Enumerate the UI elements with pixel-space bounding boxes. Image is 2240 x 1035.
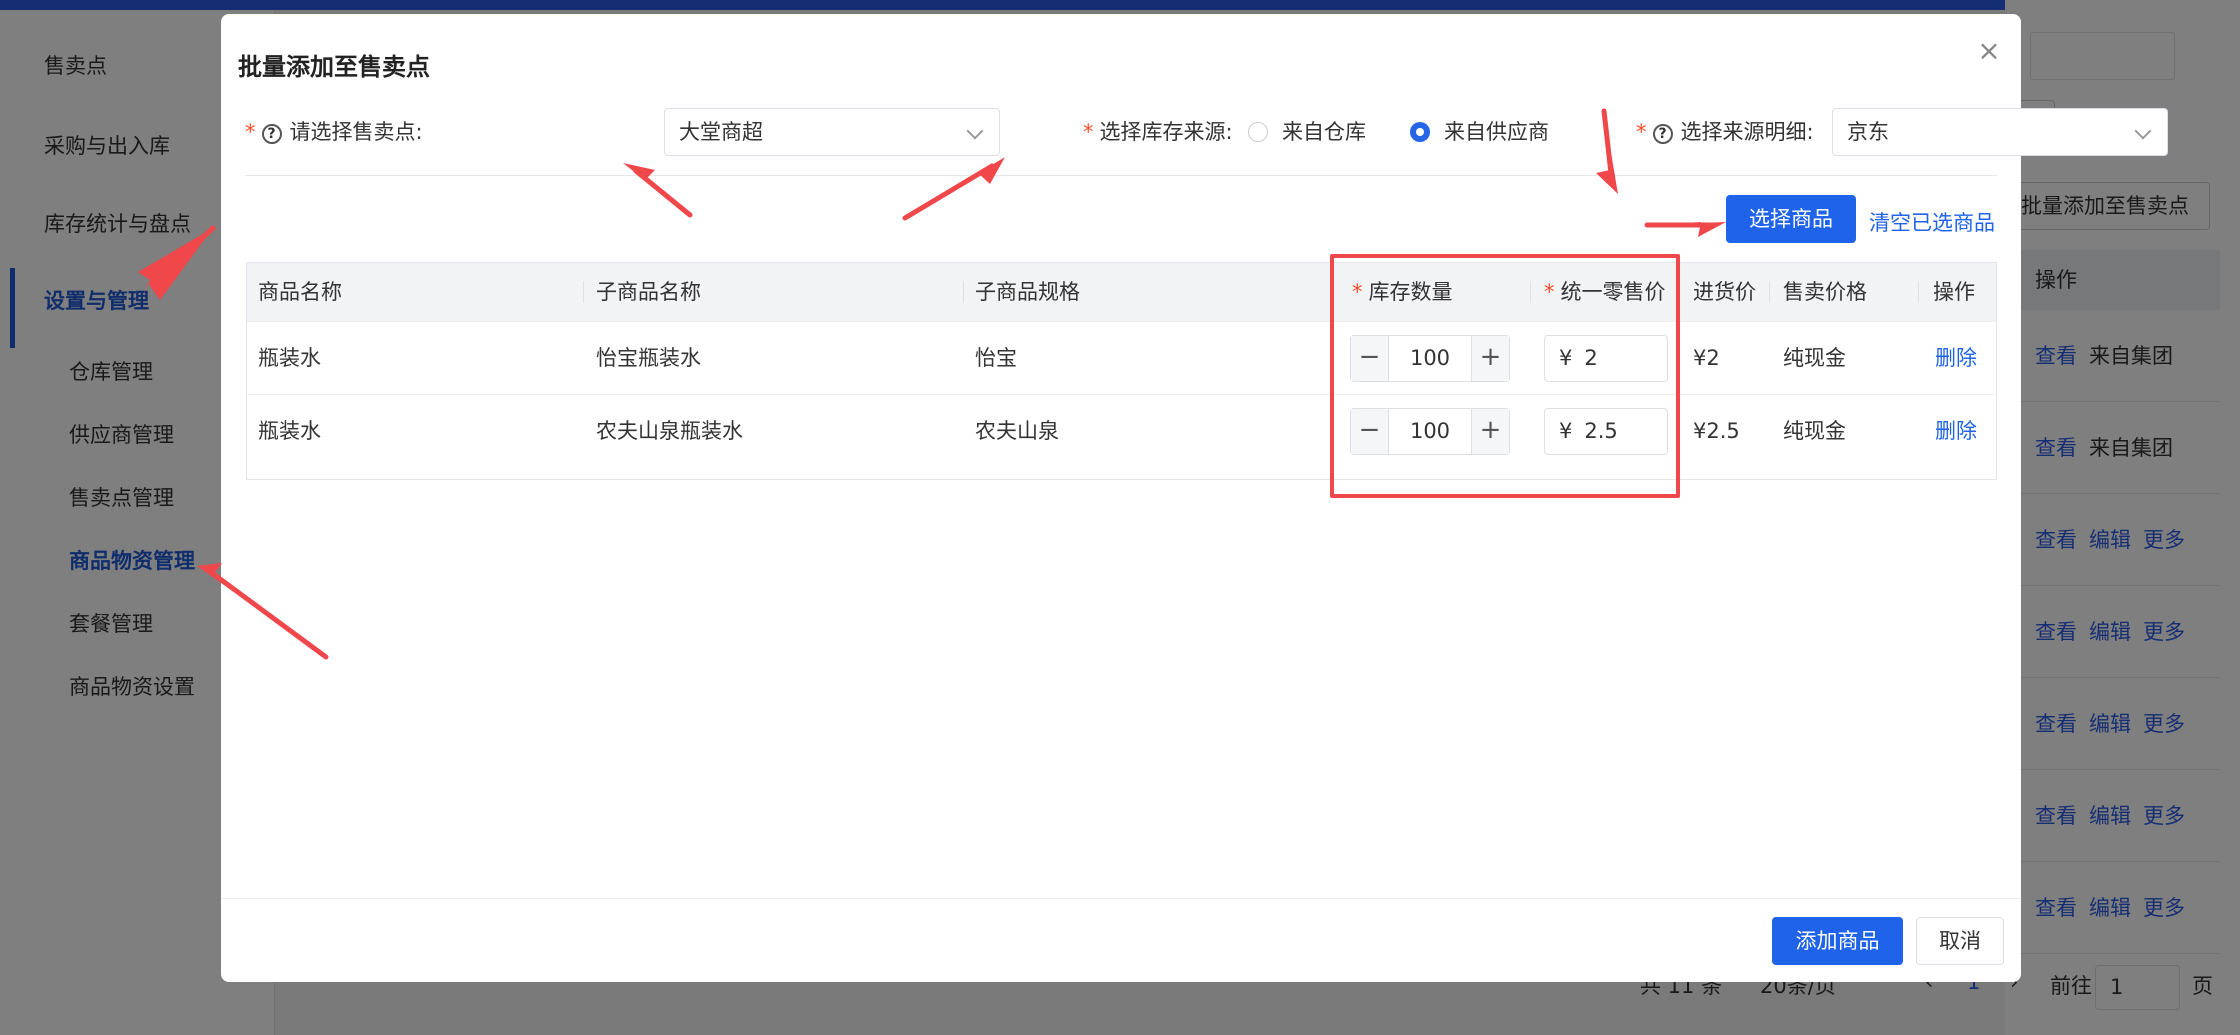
chevron-down-icon xyxy=(966,122,984,140)
radio-unchecked-icon xyxy=(1248,122,1268,142)
table-header: 商品名称 子商品名称 子商品规格 * 库存数量 * 统一零售价 进货价 售卖价格 操… xyxy=(247,263,1996,321)
goods-table: 商品名称 子商品名称 子商品规格 * 库存数量 * 统一零售价 进货价 售卖价格 操… xyxy=(246,262,1997,480)
th-sale-type: 售卖价格 xyxy=(1783,280,1867,304)
table-row: 瓶装水 怡宝瓶装水 怡宝 − 100 + ¥2 ¥2 纯现金 删除 xyxy=(247,321,1996,394)
divider xyxy=(245,175,1997,176)
help-icon: ? xyxy=(261,124,282,144)
cell-name: 瓶装水 xyxy=(258,346,321,370)
detail-select[interactable]: 京东 xyxy=(1832,108,2168,156)
radio-warehouse[interactable]: 来自仓库 xyxy=(1248,104,1366,160)
clear-selected-link[interactable]: 清空已选商品 xyxy=(1869,207,1995,237)
cell-sub-name: 农夫山泉瓶装水 xyxy=(596,419,743,443)
cell-spec: 农夫山泉 xyxy=(975,419,1059,443)
dialog-title: 批量添加至售卖点 xyxy=(238,53,430,81)
store-field-label: *? 请选择售卖点: xyxy=(245,120,423,144)
cell-sale-type: 纯现金 xyxy=(1783,346,1846,370)
cell-sale-type: 纯现金 xyxy=(1783,419,1846,443)
cell-cost: ¥2 xyxy=(1693,346,1720,370)
th-cost: 进货价 xyxy=(1693,280,1756,304)
table-row: 瓶装水 农夫山泉瓶装水 农夫山泉 − 100 + ¥2.5 ¥2.5 纯现金 删… xyxy=(247,394,1996,467)
delete-link[interactable]: 删除 xyxy=(1935,322,1977,395)
cell-cost: ¥2.5 xyxy=(1693,419,1740,443)
th-action: 操作 xyxy=(1933,280,1975,304)
source-field-label: * 选择库存来源: xyxy=(1083,120,1233,144)
cancel-button[interactable]: 取消 xyxy=(1916,917,2004,965)
th-sub-name: 子商品名称 xyxy=(596,280,701,304)
cell-name: 瓶装水 xyxy=(258,419,321,443)
radio-supplier[interactable]: 来自供应商 xyxy=(1410,104,1549,160)
th-name: 商品名称 xyxy=(258,280,342,304)
help-icon: ? xyxy=(1652,124,1673,144)
dialog-footer-divider xyxy=(221,898,2021,899)
close-icon[interactable]: × xyxy=(1974,36,2004,66)
cell-spec: 怡宝 xyxy=(975,346,1017,370)
radio-checked-icon xyxy=(1410,122,1430,142)
store-select[interactable]: 大堂商超 xyxy=(664,108,1000,156)
select-goods-button[interactable]: 选择商品 xyxy=(1726,195,1856,243)
th-spec: 子商品规格 xyxy=(975,280,1080,304)
add-goods-button[interactable]: 添加商品 xyxy=(1772,917,1903,965)
detail-field-label: *? 选择来源明细: xyxy=(1636,120,1814,144)
highlight-box xyxy=(1330,254,1680,498)
form-row: *? 请选择售卖点: 大堂商超 * 选择库存来源: 来自仓库 来自供应商 *? 选择来… xyxy=(245,104,2168,160)
chevron-down-icon xyxy=(2134,122,2152,140)
delete-link[interactable]: 删除 xyxy=(1935,395,1977,468)
cell-sub-name: 怡宝瓶装水 xyxy=(596,346,701,370)
batch-add-dialog: 批量添加至售卖点 × *? 请选择售卖点: 大堂商超 * 选择库存来源: 来自仓库 … xyxy=(221,14,2168,982)
